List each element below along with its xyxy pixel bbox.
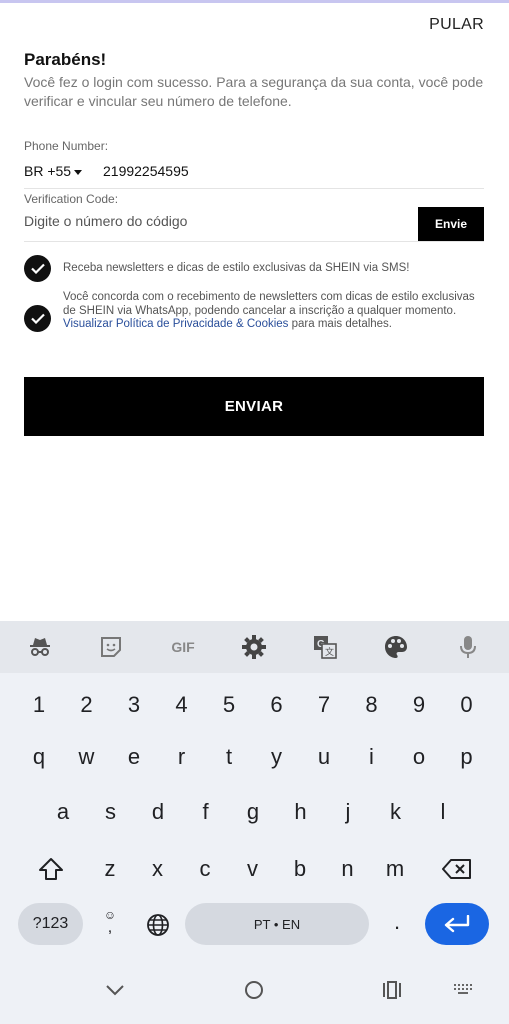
- key-z[interactable]: z: [90, 847, 130, 891]
- key-b[interactable]: b: [280, 847, 320, 891]
- incognito-icon[interactable]: [26, 634, 54, 660]
- key-m[interactable]: m: [375, 847, 415, 891]
- skip-button[interactable]: PULAR: [429, 16, 484, 34]
- key-a[interactable]: a: [43, 790, 83, 834]
- key-v[interactable]: v: [233, 847, 273, 891]
- submit-button[interactable]: ENVIAR: [24, 377, 484, 436]
- checkmark-icon: [30, 263, 45, 274]
- key-e[interactable]: e: [114, 735, 154, 779]
- key-4[interactable]: 4: [162, 683, 202, 727]
- verification-code-input[interactable]: Digite o número do código: [24, 213, 187, 229]
- enter-arrow-icon: [444, 915, 470, 933]
- key-0[interactable]: 0: [447, 683, 487, 727]
- page-title: Parabéns!: [24, 50, 107, 69]
- translate-icon[interactable]: G文: [311, 634, 339, 660]
- keyboard-toolbar: GIF G文: [0, 621, 509, 673]
- key-i[interactable]: i: [352, 735, 392, 779]
- key-n[interactable]: n: [328, 847, 368, 891]
- key-l[interactable]: l: [423, 790, 463, 834]
- verification-code-field[interactable]: Digite o número do código Envie: [24, 207, 484, 242]
- recents-icon[interactable]: [381, 978, 403, 1002]
- key-3[interactable]: 3: [114, 683, 154, 727]
- send-code-button[interactable]: Envie: [418, 207, 484, 241]
- keyboard-switch-icon[interactable]: [452, 978, 474, 1002]
- key-f[interactable]: f: [186, 790, 226, 834]
- theme-palette-icon[interactable]: [382, 634, 410, 660]
- key-s[interactable]: s: [91, 790, 131, 834]
- key-g[interactable]: g: [233, 790, 273, 834]
- key-5[interactable]: 5: [209, 683, 249, 727]
- key-t[interactable]: t: [209, 735, 249, 779]
- microphone-icon[interactable]: [454, 634, 482, 660]
- key-o[interactable]: o: [399, 735, 439, 779]
- backspace-key[interactable]: [437, 847, 477, 891]
- key-h[interactable]: h: [281, 790, 321, 834]
- verification-code-label: Verification Code:: [24, 192, 119, 206]
- enter-key[interactable]: [425, 903, 489, 945]
- whatsapp-consent-text: Você concorda com o recebimento de newsl…: [63, 291, 475, 330]
- backspace-icon: [442, 859, 471, 879]
- key-8[interactable]: 8: [352, 683, 392, 727]
- key-1[interactable]: 1: [19, 683, 59, 727]
- svg-text:文: 文: [325, 646, 334, 657]
- key-r[interactable]: r: [162, 735, 202, 779]
- page-subtitle: Você fez o login com sucesso. Para a seg…: [24, 74, 484, 109]
- phone-input[interactable]: 21992254595: [103, 163, 189, 179]
- key-d[interactable]: d: [138, 790, 178, 834]
- language-key[interactable]: [138, 903, 178, 947]
- privacy-policy-link[interactable]: Visualizar Política de Privacidade & Coo…: [63, 318, 288, 330]
- whatsapp-consent-checkbox[interactable]: [24, 305, 51, 332]
- space-bar[interactable]: PT • EN: [185, 903, 369, 945]
- key-p[interactable]: p: [447, 735, 487, 779]
- symbols-key[interactable]: ?123: [18, 903, 83, 945]
- key-7[interactable]: 7: [304, 683, 344, 727]
- key-6[interactable]: 6: [257, 683, 297, 727]
- home-circle-icon[interactable]: [243, 978, 265, 1002]
- emoji-comma-key[interactable]: ☺ ,: [90, 900, 130, 944]
- checkmark-icon: [30, 313, 45, 324]
- period-key[interactable]: .: [377, 900, 417, 944]
- key-j[interactable]: j: [328, 790, 368, 834]
- sticker-icon[interactable]: [97, 634, 125, 660]
- sms-consent-checkbox[interactable]: [24, 255, 51, 282]
- key-x[interactable]: x: [138, 847, 178, 891]
- settings-icon[interactable]: [240, 634, 268, 660]
- sms-consent-text: Receba newsletters e dicas de estilo exc…: [63, 262, 410, 274]
- caret-down-icon: [74, 169, 83, 175]
- globe-icon: [147, 914, 169, 936]
- top-accent-line: [0, 0, 509, 3]
- country-code-select[interactable]: BR +55: [24, 163, 83, 179]
- phone-label: Phone Number:: [24, 139, 109, 153]
- key-u[interactable]: u: [304, 735, 344, 779]
- key-k[interactable]: k: [376, 790, 416, 834]
- gif-icon[interactable]: GIF: [166, 634, 200, 660]
- key-y[interactable]: y: [257, 735, 297, 779]
- phone-number-field[interactable]: BR +55 21992254595: [24, 160, 484, 189]
- shift-key[interactable]: [31, 847, 71, 891]
- key-c[interactable]: c: [185, 847, 225, 891]
- key-q[interactable]: q: [19, 735, 59, 779]
- key-9[interactable]: 9: [399, 683, 439, 727]
- key-w[interactable]: w: [67, 735, 107, 779]
- key-2[interactable]: 2: [67, 683, 107, 727]
- back-chevron-icon[interactable]: [104, 978, 126, 1002]
- shift-arrow-icon: [39, 858, 63, 880]
